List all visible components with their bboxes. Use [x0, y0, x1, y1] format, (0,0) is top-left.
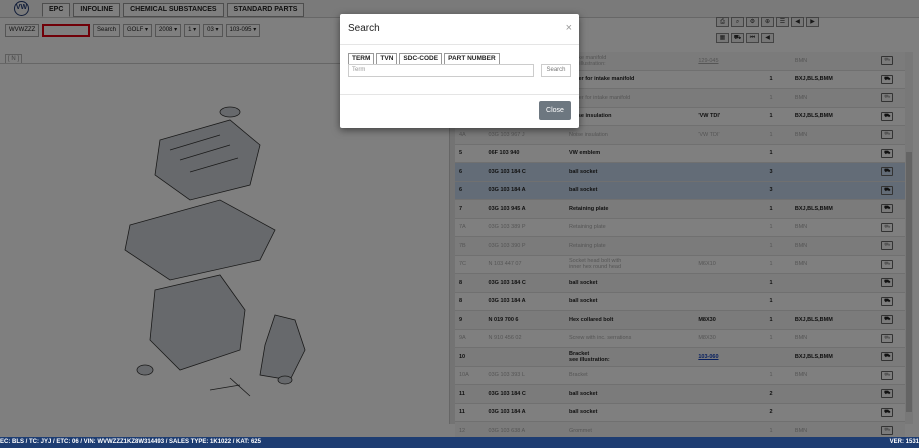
tab-term[interactable]: TERM	[348, 53, 375, 64]
tab-tvn[interactable]: TVN	[376, 53, 398, 64]
search-dialog: Search × TERM TVN SDC-CODE PART NUMBER T…	[340, 14, 579, 128]
vehicle-info: EC: BLS / TC: JYJ / ETC: 06 / VIN: WVWZZ…	[0, 439, 261, 445]
status-bar: EC: BLS / TC: JYJ / ETC: 06 / VIN: WVWZZ…	[0, 437, 919, 448]
tab-part-number[interactable]: PART NUMBER	[444, 53, 500, 64]
search-type-tabs: TERM TVN SDC-CODE PART NUMBER	[348, 53, 500, 64]
term-input[interactable]: Term	[348, 64, 534, 77]
close-icon[interactable]: ×	[566, 22, 572, 34]
divider	[340, 94, 579, 95]
dialog-title: Search	[348, 23, 380, 34]
search-button[interactable]: Search	[541, 64, 571, 77]
tab-sdc-code[interactable]: SDC-CODE	[399, 53, 443, 64]
version-label: VER: 1531	[889, 439, 919, 445]
close-button[interactable]: Close	[539, 101, 571, 120]
divider	[340, 44, 579, 45]
